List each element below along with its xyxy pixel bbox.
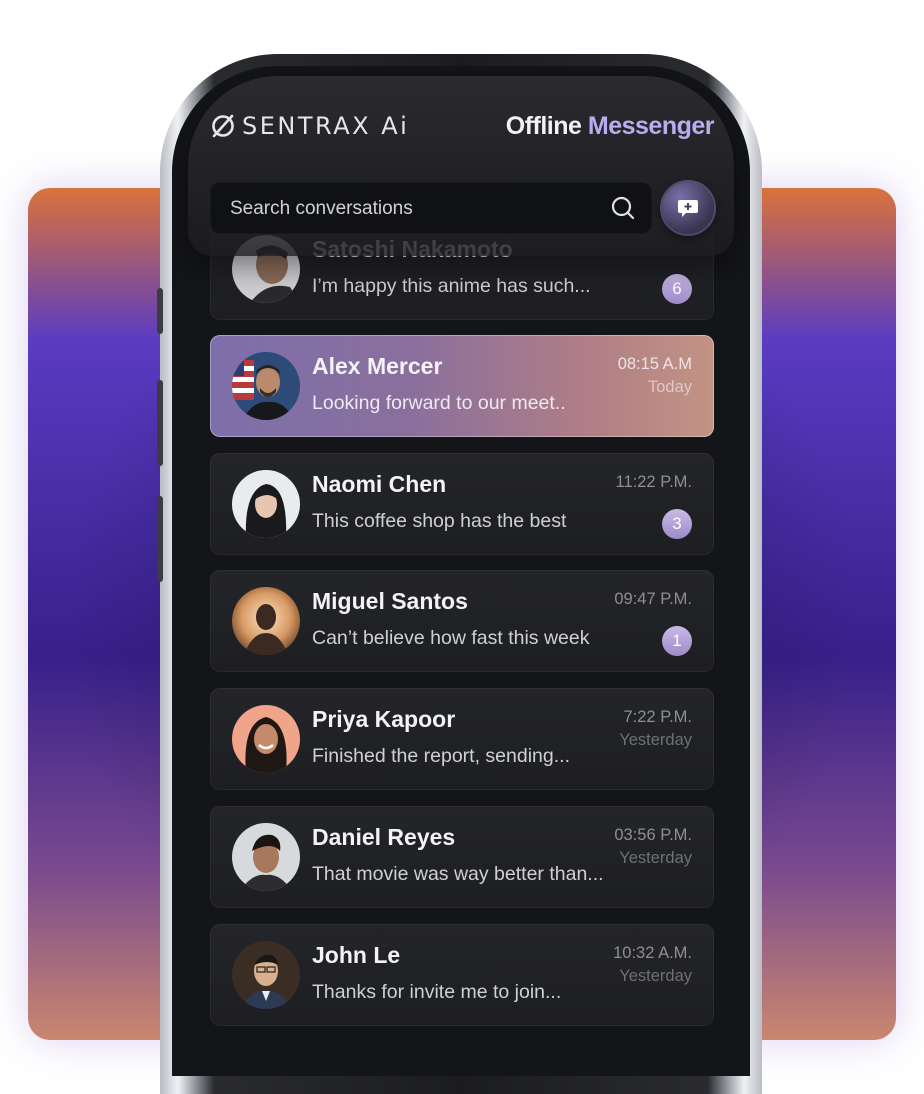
contact-name: Miguel Santos bbox=[312, 588, 468, 614]
message-preview: Finished the report, sending... bbox=[312, 745, 570, 767]
avatar bbox=[232, 470, 300, 538]
message-time: 10:32 A.M. bbox=[613, 944, 692, 962]
conversation-item-active[interactable]: Alex Mercer Looking forward to our meet.… bbox=[210, 335, 714, 437]
chat-plus-icon bbox=[678, 200, 698, 217]
search-icon[interactable] bbox=[610, 195, 636, 221]
avatar bbox=[232, 941, 300, 1009]
conversation-item[interactable]: Priya Kapoor Finished the report, sendin… bbox=[210, 688, 714, 790]
message-day: Yesterday bbox=[619, 849, 692, 867]
search-input[interactable] bbox=[228, 182, 602, 236]
brand: SENTRAX Ai bbox=[210, 112, 409, 140]
message-day: Yesterday bbox=[619, 731, 692, 749]
sentrax-logo-icon bbox=[212, 114, 234, 138]
message-time: 7:22 P.M. bbox=[623, 708, 693, 726]
conversation-item[interactable]: Daniel Reyes That movie was way better t… bbox=[210, 806, 714, 908]
unread-badge: 6 bbox=[662, 274, 692, 304]
brand-name: SENTRAX Ai bbox=[242, 112, 410, 140]
phone-volume-down-button bbox=[157, 496, 163, 582]
app-title-messenger: Messenger bbox=[587, 112, 715, 140]
phone-screen: SENTRAX Ai Offline Messenger Search conv… bbox=[172, 66, 750, 1076]
unread-badge: 3 bbox=[662, 509, 692, 539]
avatar bbox=[232, 705, 300, 773]
conversation-item[interactable]: John Le Thanks for invite me to join... … bbox=[210, 924, 714, 1026]
contact-name: John Le bbox=[312, 942, 401, 968]
avatar bbox=[232, 823, 300, 891]
message-preview: Thanks for invite me to join... bbox=[312, 981, 562, 1003]
phone-volume-up-button bbox=[157, 380, 163, 466]
contact-name: Priya Kapoor bbox=[312, 706, 456, 732]
message-time: 09:47 P.M. bbox=[614, 590, 692, 608]
message-time: 03:56 P.M. bbox=[614, 826, 692, 844]
avatar bbox=[232, 352, 300, 420]
new-chat-button[interactable] bbox=[662, 182, 714, 234]
search-bar[interactable] bbox=[210, 182, 652, 236]
message-preview: Can’t believe how fast this week bbox=[312, 627, 590, 649]
message-preview: I’m happy this anime has such... bbox=[312, 275, 591, 297]
message-preview: This coffee shop has the best bbox=[312, 510, 567, 532]
contact-name: Naomi Chen bbox=[312, 471, 447, 497]
message-preview: Looking forward to our meet.. bbox=[312, 392, 566, 414]
app-title: Offline Messenger bbox=[505, 112, 715, 141]
contact-name: Alex Mercer bbox=[312, 353, 443, 379]
message-preview: That movie was way better than... bbox=[312, 863, 604, 885]
message-time: 08:15 A.M bbox=[617, 355, 692, 373]
unread-badge: 1 bbox=[662, 626, 692, 656]
conversation-item[interactable]: Miguel Santos Can’t believe how fast thi… bbox=[210, 570, 714, 672]
message-time: 11:22 P.M. bbox=[615, 473, 692, 491]
contact-name: Daniel Reyes bbox=[312, 824, 456, 850]
conversation-item[interactable]: Naomi Chen This coffee shop has the best… bbox=[210, 453, 714, 555]
message-day: Yesterday bbox=[619, 967, 692, 985]
app-title-offline: Offline bbox=[505, 112, 582, 140]
avatar bbox=[232, 587, 300, 655]
phone-side-button bbox=[157, 288, 163, 334]
message-day: Today bbox=[647, 378, 692, 396]
